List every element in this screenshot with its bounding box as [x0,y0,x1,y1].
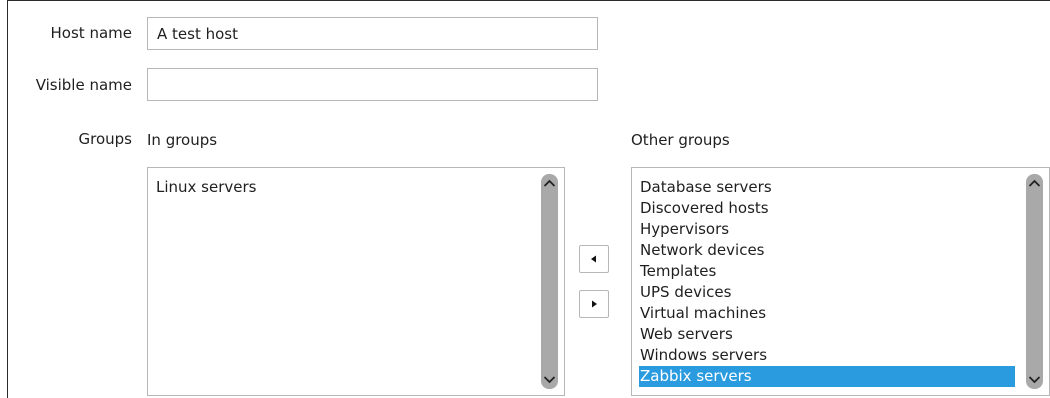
list-item[interactable]: Discovered hosts [639,198,1015,219]
other-groups-title: Other groups [631,131,730,149]
list-item[interactable]: Database servers [639,177,1015,198]
triangle-right-icon [592,300,597,308]
host-name-input[interactable] [147,17,598,50]
triangle-left-icon [591,255,596,263]
list-item[interactable]: Zabbix servers [639,366,1015,387]
in-groups-title: In groups [147,131,218,149]
list-item[interactable]: Templates [639,261,1015,282]
move-to-other-groups-button[interactable] [579,290,609,318]
list-item[interactable]: Web servers [639,324,1015,345]
list-item[interactable]: Windows servers [639,345,1015,366]
move-to-in-groups-button[interactable] [579,245,609,273]
other-groups-list: Database servers Discovered hosts Hypervis… [639,177,1015,387]
in-groups-scrollbar[interactable] [541,174,558,389]
visible-name-input[interactable] [147,68,598,101]
list-item[interactable]: UPS devices [639,282,1015,303]
host-name-label: Host name [50,24,132,42]
other-groups-scrollbar[interactable] [1026,174,1043,389]
list-item[interactable]: Network devices [639,240,1015,261]
in-groups-listbox[interactable]: Linux servers [147,167,565,396]
scroll-up-icon[interactable] [541,176,558,192]
other-groups-listbox[interactable]: Database servers Discovered hosts Hypervis… [631,167,1050,396]
list-item[interactable]: Virtual machines [639,303,1015,324]
scroll-down-icon[interactable] [541,371,558,387]
in-groups-list: Linux servers [155,177,538,198]
scroll-down-icon[interactable] [1026,371,1043,387]
list-item[interactable]: Linux servers [155,177,538,198]
visible-name-label: Visible name [35,76,132,94]
list-item[interactable]: Hypervisors [639,219,1015,240]
groups-label: Groups [78,130,132,148]
scroll-up-icon[interactable] [1026,176,1043,192]
